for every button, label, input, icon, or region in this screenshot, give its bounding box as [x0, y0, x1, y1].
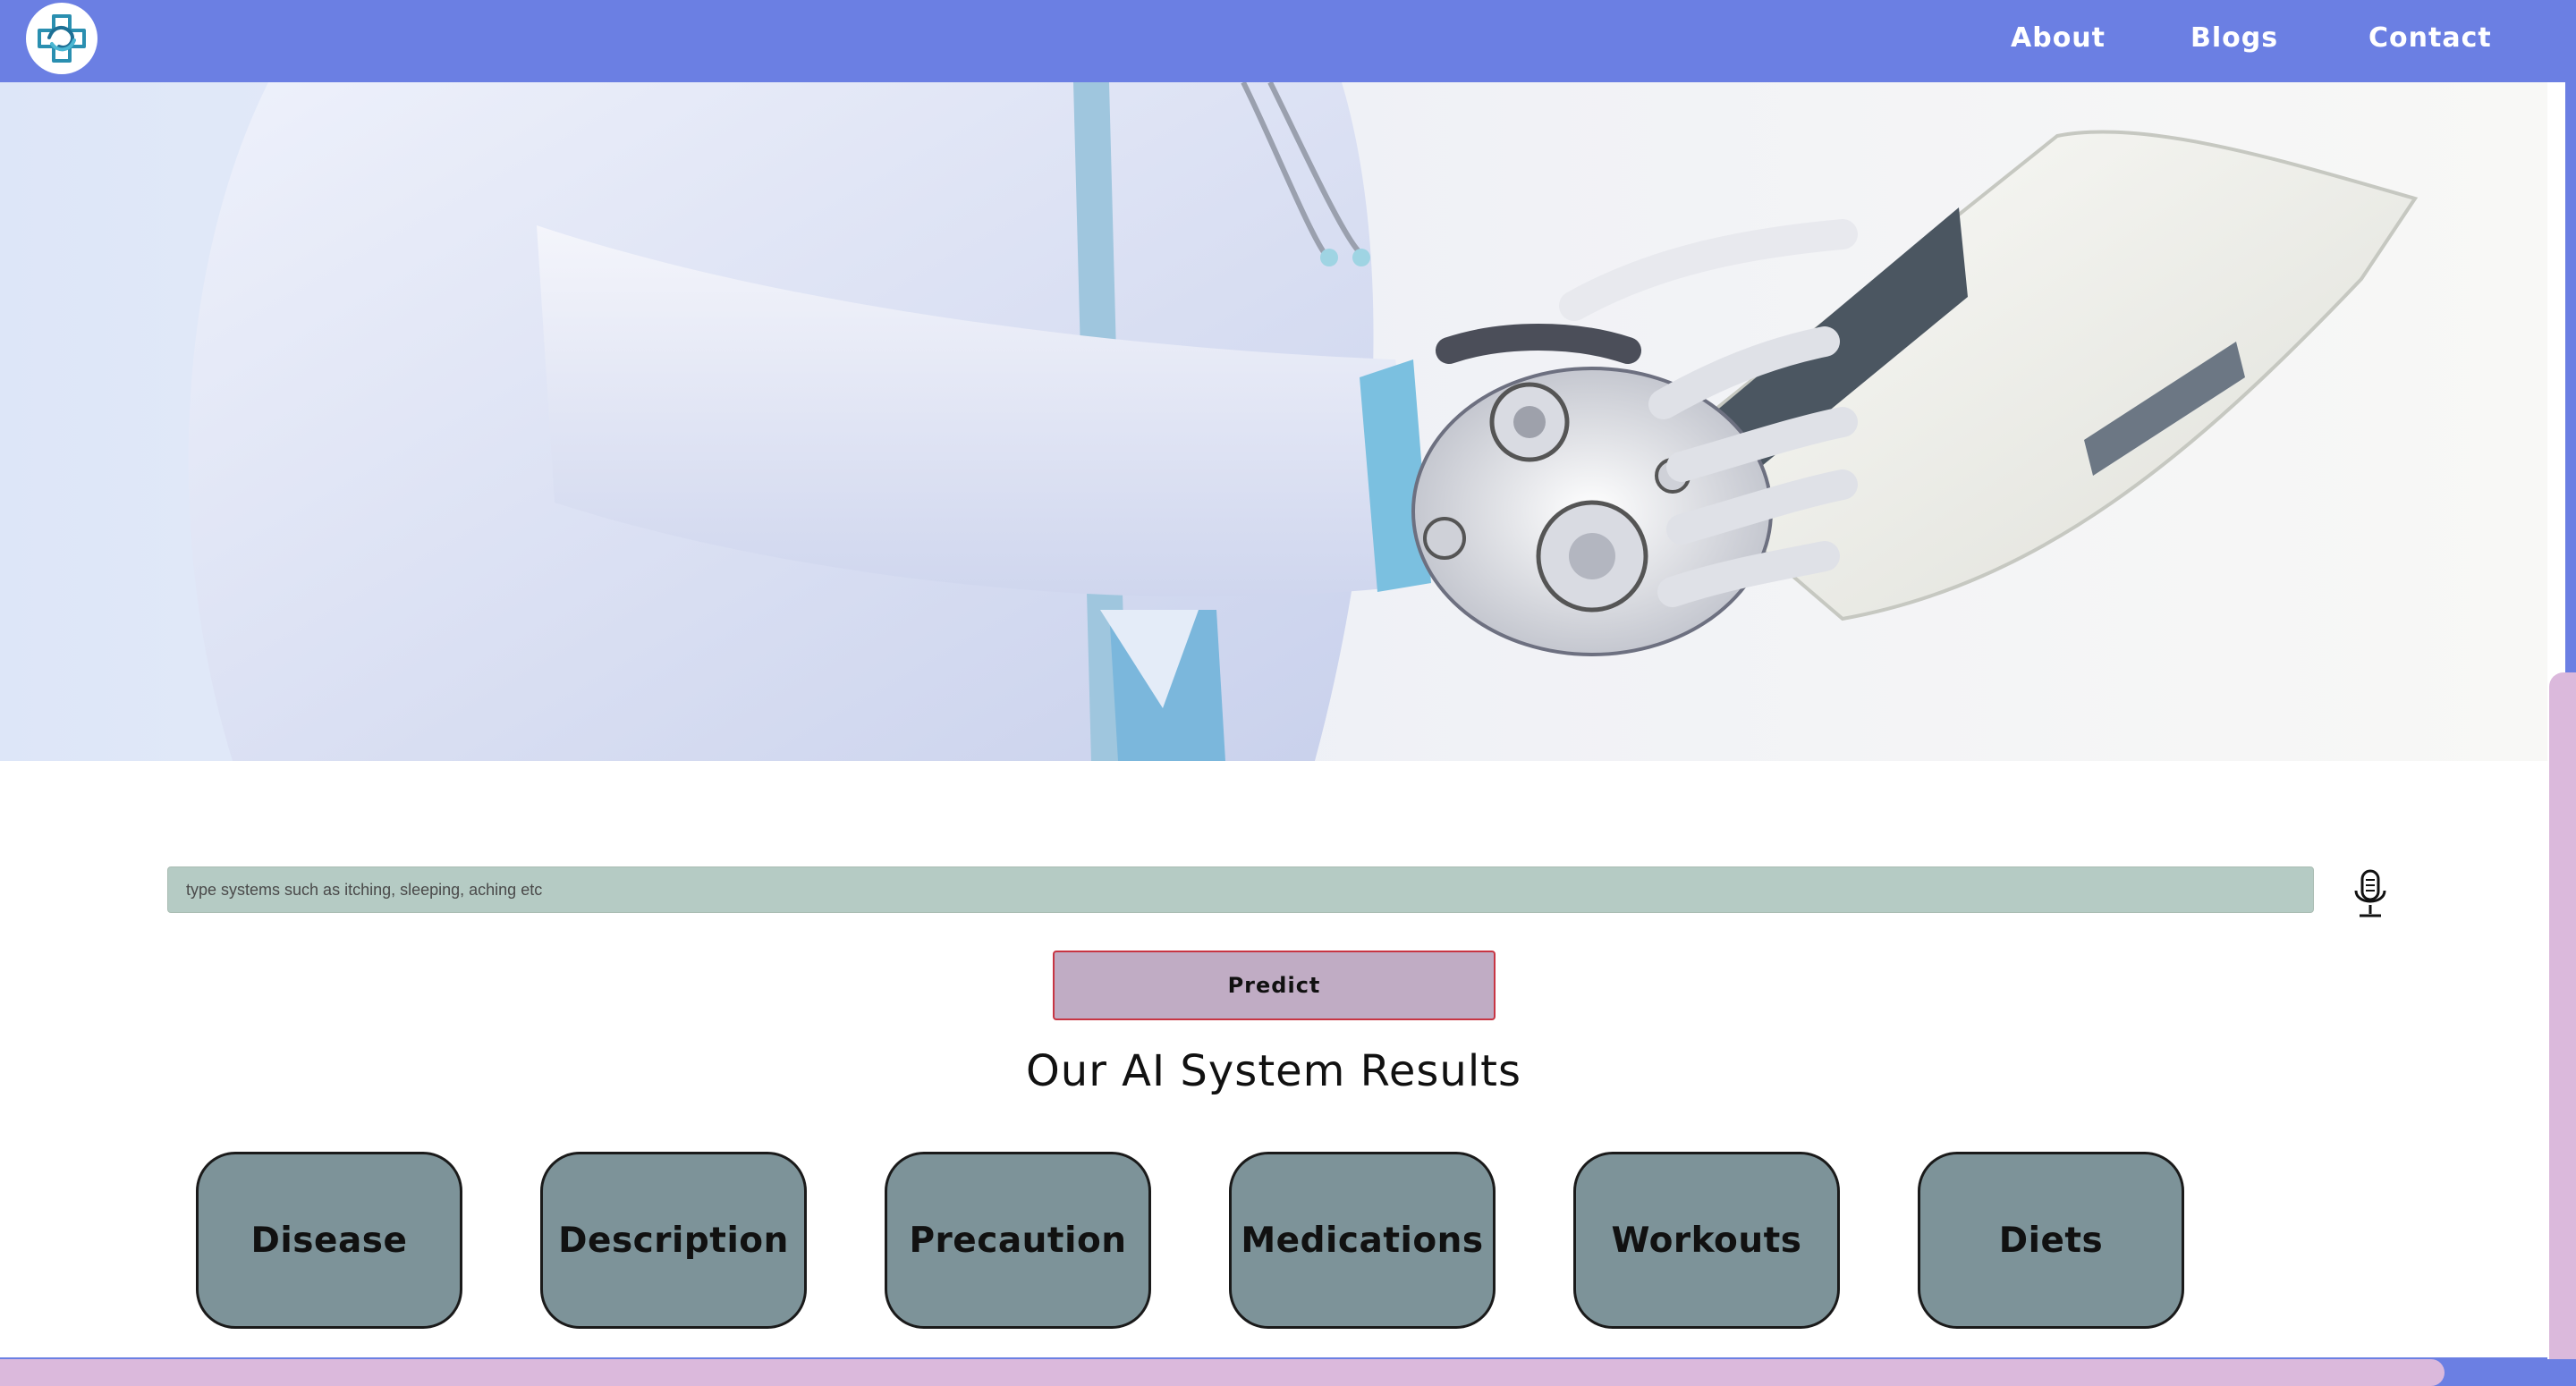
result-diets-button[interactable]: Diets: [1918, 1152, 2184, 1329]
nav-link-blogs[interactable]: Blogs: [2190, 16, 2278, 61]
results-title: Our AI System Results: [1025, 1046, 1521, 1096]
horizontal-scrollbar-thumb[interactable]: [0, 1359, 2445, 1386]
nav-link-contact[interactable]: Contact: [2368, 16, 2492, 61]
logo[interactable]: [26, 3, 97, 74]
medical-cross-logo-icon: [38, 14, 86, 63]
microphone-icon: [2354, 869, 2386, 917]
symptom-search: [167, 866, 2314, 913]
nav-link-about[interactable]: About: [2011, 16, 2106, 61]
result-precaution-button[interactable]: Precaution: [885, 1152, 1151, 1329]
navbar: About Blogs Contact: [0, 0, 2576, 82]
microphone-button[interactable]: [2351, 867, 2390, 921]
hero-image: [0, 82, 2547, 761]
predict-button[interactable]: Predict: [1053, 951, 1496, 1020]
symptom-search-input[interactable]: [167, 866, 2314, 913]
result-workouts-button[interactable]: Workouts: [1573, 1152, 1840, 1329]
result-medications-button[interactable]: Medications: [1229, 1152, 1496, 1329]
hero-illustration: [188, 82, 2419, 761]
result-disease-button[interactable]: Disease: [196, 1152, 462, 1329]
vertical-scrollbar-thumb[interactable]: [2549, 672, 2576, 1359]
result-description-button[interactable]: Description: [540, 1152, 807, 1329]
